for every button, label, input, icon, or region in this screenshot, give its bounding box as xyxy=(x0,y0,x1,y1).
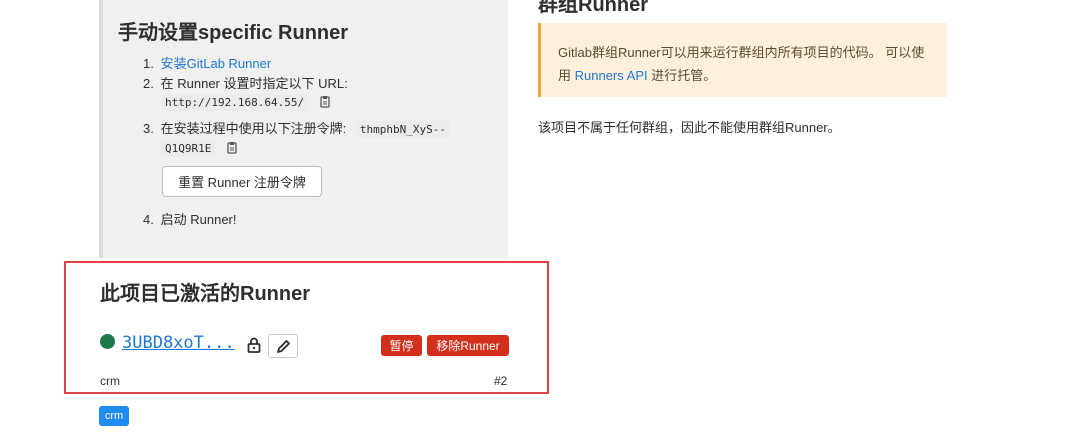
runner-status-indicator xyxy=(100,334,115,349)
group-runner-notice: Gitlab群组Runner可以用来运行群组内所有项目的代码。 可以使用 Run… xyxy=(538,23,947,97)
group-runner-title: 群组Runner xyxy=(538,0,648,16)
lock-icon xyxy=(247,337,261,353)
runner-tag-badge: crm xyxy=(99,406,129,426)
step-token: 3. 在安装过程中使用以下注册令牌: thmphbN_XyS-- xyxy=(143,118,450,138)
reset-token-button[interactable]: 重置 Runner 注册令牌 xyxy=(162,166,322,197)
token-code-row: Q1Q9R1E xyxy=(161,140,239,157)
active-runners-section: 此项目已激活的Runner 3UBD8xoT... 暂停 移除Runner cr… xyxy=(64,261,549,394)
registration-token-code-cont: Q1Q9R1E xyxy=(161,140,216,157)
step-start: 4. 启动 Runner! xyxy=(143,212,237,227)
specific-runner-panel: 手动设置specific Runner 1. 安装GitLab Runner 2… xyxy=(99,0,508,258)
copy-icon[interactable] xyxy=(225,141,239,156)
specific-runner-title: 手动设置specific Runner xyxy=(118,22,349,44)
runner-token-link[interactable]: 3UBD8xoT... xyxy=(122,333,235,353)
runner-id: #2 xyxy=(494,374,508,388)
pencil-icon xyxy=(277,340,290,353)
edit-runner-button[interactable] xyxy=(268,334,298,358)
group-runner-note: 该项目不属于任何群组，因此不能使用群组Runner。 xyxy=(538,120,841,135)
registration-token-code: thmphbN_XyS-- xyxy=(355,121,450,138)
copy-icon[interactable] xyxy=(318,95,332,110)
runner-description: crm xyxy=(100,374,120,388)
runner-url-code: http://192.168.64.55/ xyxy=(161,94,309,111)
install-runner-link[interactable]: 安装GitLab Runner xyxy=(161,56,272,71)
pause-runner-button[interactable]: 暂停 xyxy=(381,335,422,356)
remove-runner-button[interactable]: 移除Runner xyxy=(427,335,509,356)
runners-api-link[interactable]: Runners API xyxy=(575,68,648,83)
step-url: 2. 在 Runner 设置时指定以下 URL: xyxy=(143,76,348,91)
url-code-row: http://192.168.64.55/ xyxy=(161,94,332,111)
active-runners-title: 此项目已激活的Runner xyxy=(100,283,310,305)
step-install: 1. 安装GitLab Runner xyxy=(143,56,272,71)
